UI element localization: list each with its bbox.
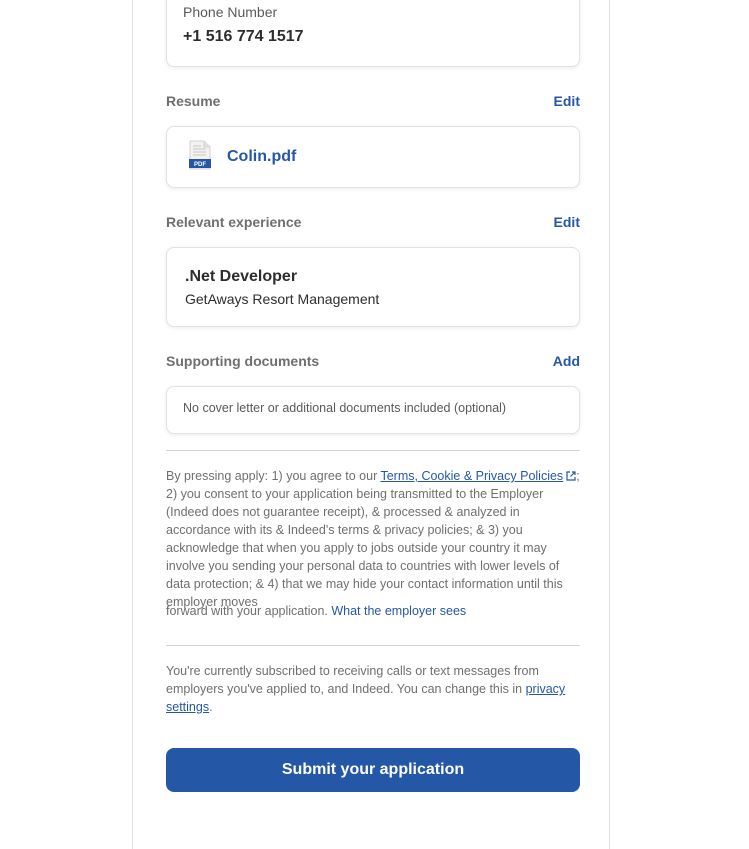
external-link-icon: [566, 471, 576, 481]
pdf-file-icon: PDF: [189, 140, 211, 170]
no-documents-text: No cover letter or additional documents …: [183, 401, 507, 415]
pdf-icon-label: PDF: [194, 162, 206, 168]
legal-forward-text: forward with your application. What the …: [166, 602, 580, 620]
terms-policies-link[interactable]: Terms, Cookie & Privacy Policies: [380, 469, 576, 483]
supporting-docs-section-header: Supporting documents Add: [166, 353, 580, 373]
divider: [166, 450, 580, 451]
phone-value: +1 516 774 1517: [183, 28, 304, 45]
job-title: .Net Developer: [185, 268, 298, 285]
supporting-docs-card: No cover letter or additional documents …: [166, 386, 580, 434]
supporting-docs-section-title: Supporting documents: [166, 353, 320, 369]
legal-forward: forward with your application.: [166, 604, 332, 618]
experience-section-title: Relevant experience: [166, 214, 302, 230]
submit-application-button[interactable]: Submit your application: [166, 748, 580, 792]
divider: [166, 645, 580, 646]
resume-card: PDF Colin.pdf: [166, 126, 580, 188]
subscription-notice: You're currently subscribed to receiving…: [166, 662, 580, 716]
legal-body: ; 2) you consent to your application bei…: [166, 469, 580, 609]
terms-policies-link-label: Terms, Cookie & Privacy Policies: [380, 469, 564, 483]
legal-intro: By pressing apply: 1) you agree to our: [166, 469, 381, 483]
company-name: GetAways Resort Management: [185, 291, 380, 307]
legal-consent-text: By pressing apply: 1) you agree to our T…: [166, 467, 580, 611]
add-document-button[interactable]: Add: [553, 353, 580, 369]
application-review-panel: Phone Number +1 516 774 1517 Resume Edit…: [132, 0, 610, 849]
edit-experience-button[interactable]: Edit: [554, 214, 580, 230]
review-content: Phone Number +1 516 774 1517 Resume Edit…: [166, 0, 580, 849]
subscription-text: You're currently subscribed to receiving…: [166, 664, 539, 696]
resume-section-title: Resume: [166, 93, 221, 109]
resume-file-link[interactable]: Colin.pdf: [227, 148, 296, 166]
phone-card: Phone Number +1 516 774 1517: [166, 0, 580, 67]
phone-label: Phone Number: [183, 4, 278, 20]
resume-section-header: Resume Edit: [166, 93, 580, 113]
experience-card: .Net Developer GetAways Resort Managemen…: [166, 247, 580, 327]
experience-section-header: Relevant experience Edit: [166, 214, 580, 234]
what-employer-sees-link[interactable]: What the employer sees: [331, 604, 466, 618]
subscription-end: .: [209, 700, 213, 714]
edit-resume-button[interactable]: Edit: [554, 93, 580, 109]
